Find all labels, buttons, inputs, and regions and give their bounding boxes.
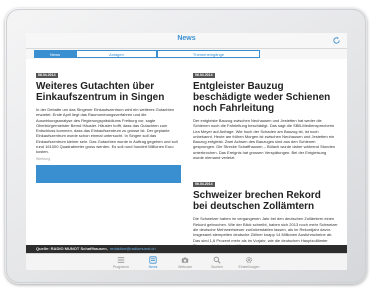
ad-banner[interactable] xyxy=(36,164,181,183)
segment-themen[interactable]: Themeneingänge xyxy=(157,50,260,58)
article-body: In der Debatte um das Singener Einkaufsz… xyxy=(36,107,178,155)
segment-news[interactable]: News xyxy=(34,50,76,58)
article-headline[interactable]: Weiteres Gutachten über Einkaufszentrum … xyxy=(36,81,181,103)
refresh-icon[interactable] xyxy=(332,36,341,45)
app-screen: News News Anlagen Themeneingänge 06.04.2… xyxy=(26,33,347,270)
article-rubric: Werbung xyxy=(36,156,51,161)
tab-label: News xyxy=(148,265,158,269)
article-column-right: 06.04.2014 Entgleister Bauzug beschädigt… xyxy=(193,63,338,248)
news-article[interactable]: 06.04.2014 Schweizer brechen Rekord bei … xyxy=(193,172,338,248)
search-icon xyxy=(213,256,221,264)
source-label: Quelle: RADIO MUNOT Schaffhausen, xyxy=(36,246,108,251)
article-body: Die Schweizer haben im vergangenen Jahr … xyxy=(193,216,338,247)
source-email-link[interactable]: redaktion@radiomunot.ch xyxy=(110,246,156,251)
article-headline[interactable]: Schweizer brechen Rekord bei deutschen Z… xyxy=(193,190,338,212)
tab-suchen[interactable]: Suchen xyxy=(202,256,232,269)
tab-einstellungen[interactable]: Einstellungen xyxy=(234,256,264,269)
date-badge: 06.04.2014 xyxy=(193,72,215,78)
date-badge: 06.04.2014 xyxy=(36,72,58,78)
tab-programm[interactable]: Programm xyxy=(106,256,136,269)
news-icon xyxy=(149,256,157,264)
navigation-bar: News xyxy=(26,33,347,49)
segmented-control: News Anlagen Themeneingänge xyxy=(26,49,347,59)
segment-anlagen[interactable]: Anlagen xyxy=(76,50,157,58)
gear-icon xyxy=(245,256,253,264)
list-icon xyxy=(117,257,125,263)
tab-webcam[interactable]: Webcam xyxy=(170,256,200,269)
news-article[interactable]: 06.04.2014 Entgleister Bauzug beschädigt… xyxy=(193,63,338,160)
tab-label: Suchen xyxy=(211,265,223,269)
page-title: News xyxy=(177,35,196,42)
date-badge: 06.04.2014 xyxy=(193,181,215,187)
tab-bar: Programm News Webcam Suchen Einstellunge… xyxy=(26,253,347,270)
source-bar: Quelle: RADIO MUNOT Schaffhausen, redakti… xyxy=(26,245,347,253)
tab-news[interactable]: News xyxy=(138,256,168,269)
camera-icon xyxy=(181,257,189,263)
tab-label: Einstellungen xyxy=(238,265,260,269)
article-body: Der entgleiste Bauzug zwischen Neuhausen… xyxy=(193,118,336,161)
article-headline[interactable]: Entgleister Bauzug beschädigte weder Sch… xyxy=(193,81,338,114)
tablet-frame: News News Anlagen Themeneingänge 06.04.2… xyxy=(5,8,367,284)
tab-label: Webcam xyxy=(178,265,192,269)
article-column-left: 06.04.2014 Weiteres Gutachten über Einka… xyxy=(36,63,181,183)
news-article[interactable]: 06.04.2014 Weiteres Gutachten über Einka… xyxy=(36,63,181,183)
tab-label: Programm xyxy=(112,265,130,269)
